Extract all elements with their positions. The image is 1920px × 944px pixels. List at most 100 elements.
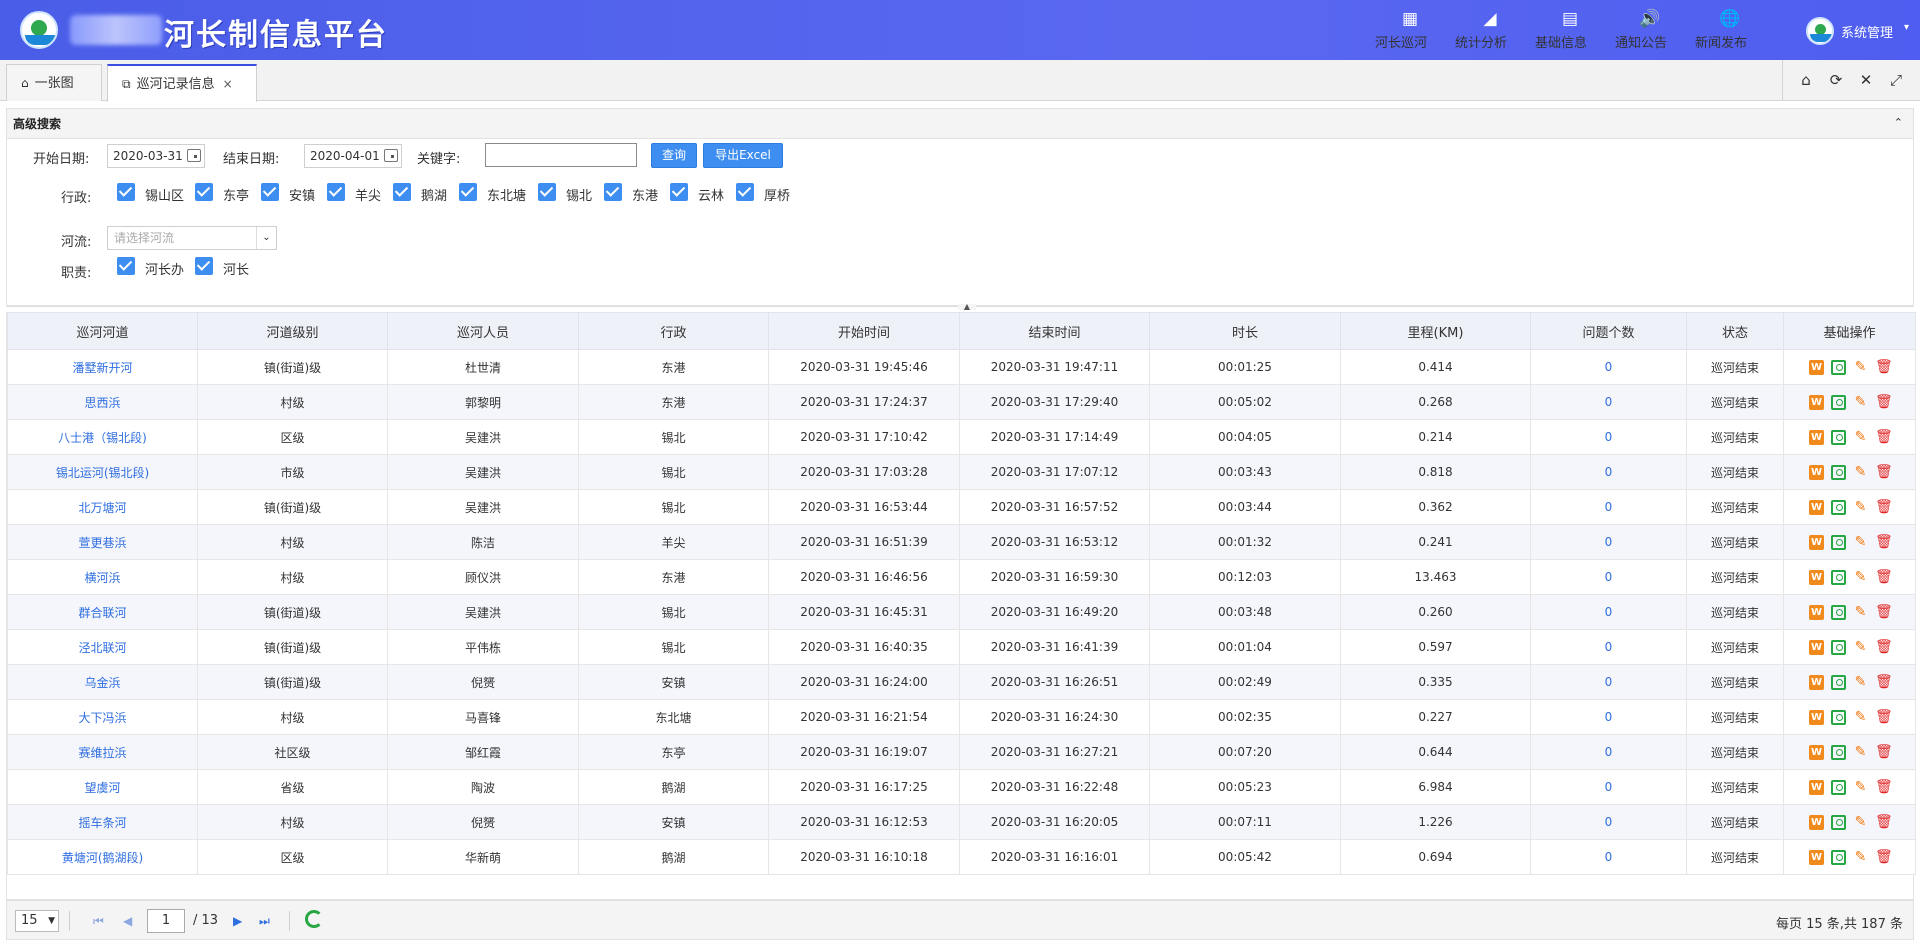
river-name-cell[interactable]: 潘墅新开河	[7, 349, 198, 385]
issue-count-cell[interactable]: 0	[1530, 489, 1687, 525]
word-export-icon[interactable]: W	[1809, 430, 1824, 445]
word-export-icon[interactable]: W	[1809, 675, 1824, 690]
view-details-icon[interactable]	[1831, 640, 1846, 655]
admin-checkbox-xishan[interactable]	[117, 183, 135, 201]
issue-count-cell[interactable]: 0	[1530, 664, 1687, 700]
view-details-icon[interactable]	[1831, 360, 1846, 375]
river-name-cell[interactable]: 赛维拉浜	[7, 734, 198, 770]
calendar-icon[interactable]	[384, 149, 398, 162]
edit-icon[interactable]: ✎	[1853, 500, 1868, 515]
delete-icon[interactable]: 🗑	[1875, 465, 1893, 480]
word-export-icon[interactable]: W	[1809, 570, 1824, 585]
issue-count-cell[interactable]: 0	[1530, 454, 1687, 490]
view-details-icon[interactable]	[1831, 395, 1846, 410]
river-name-cell[interactable]: 萱更巷浜	[7, 524, 198, 560]
river-name-cell[interactable]: 摇车条河	[7, 804, 198, 840]
delete-icon[interactable]: 🗑	[1875, 640, 1893, 655]
word-export-icon[interactable]: W	[1809, 815, 1824, 830]
view-details-icon[interactable]	[1831, 675, 1846, 690]
edit-icon[interactable]: ✎	[1853, 745, 1868, 760]
page-size-select[interactable]: 15 ▼	[15, 910, 59, 932]
view-details-icon[interactable]	[1831, 605, 1846, 620]
last-page-icon[interactable]: ⏭	[259, 912, 270, 930]
column-header[interactable]: 开始时间	[768, 312, 960, 350]
issue-count-cell[interactable]: 0	[1530, 419, 1687, 455]
tab-close-icon[interactable]: ×	[223, 77, 233, 91]
column-header[interactable]: 河道级别	[197, 312, 388, 350]
nav-notice[interactable]: 🔊 通知公告	[1615, 8, 1685, 54]
river-name-cell[interactable]: 乌金浜	[7, 664, 198, 700]
refresh-tool-icon[interactable]: ⟳	[1826, 70, 1846, 90]
delete-icon[interactable]: 🗑	[1875, 815, 1893, 830]
column-header[interactable]: 里程(KM)	[1340, 312, 1531, 350]
admin-checkbox-xibei[interactable]	[538, 183, 556, 201]
admin-checkbox-dongting[interactable]	[195, 183, 213, 201]
delete-icon[interactable]: 🗑	[1875, 745, 1893, 760]
delete-icon[interactable]: 🗑	[1875, 850, 1893, 865]
river-name-cell[interactable]: 望虞河	[7, 769, 198, 805]
river-name-cell[interactable]: 锡北运河(锡北段)	[7, 454, 198, 490]
tab-patrol-records[interactable]: ⧉ 巡河记录信息 ×	[107, 64, 257, 102]
delete-icon[interactable]: 🗑	[1875, 395, 1893, 410]
river-name-cell[interactable]: 八士港（锡北段)	[7, 419, 198, 455]
view-details-icon[interactable]	[1831, 710, 1846, 725]
edit-icon[interactable]: ✎	[1853, 395, 1868, 410]
edit-icon[interactable]: ✎	[1853, 850, 1868, 865]
edit-icon[interactable]: ✎	[1853, 675, 1868, 690]
start-date-field[interactable]: 2020-03-31	[107, 144, 205, 168]
word-export-icon[interactable]: W	[1809, 360, 1824, 375]
view-details-icon[interactable]	[1831, 500, 1846, 515]
admin-checkbox-ehu[interactable]	[393, 183, 411, 201]
word-export-icon[interactable]: W	[1809, 500, 1824, 515]
column-header[interactable]: 巡河人员	[387, 312, 579, 350]
river-name-cell[interactable]: 群合联河	[7, 594, 198, 630]
edit-icon[interactable]: ✎	[1853, 815, 1868, 830]
river-name-cell[interactable]: 北万塘河	[7, 489, 198, 525]
column-header[interactable]: 行政	[578, 312, 769, 350]
edit-icon[interactable]: ✎	[1853, 535, 1868, 550]
river-name-cell[interactable]: 思西浜	[7, 384, 198, 420]
view-details-icon[interactable]	[1831, 815, 1846, 830]
duty-checkbox-office[interactable]	[117, 257, 135, 275]
collapse-icon[interactable]: ⌃	[1894, 116, 1903, 129]
issue-count-cell[interactable]: 0	[1530, 559, 1687, 595]
column-header[interactable]: 状态	[1686, 312, 1784, 350]
delete-icon[interactable]: 🗑	[1875, 675, 1893, 690]
collapse-grip-icon[interactable]: ▲	[958, 303, 976, 311]
issue-count-cell[interactable]: 0	[1530, 804, 1687, 840]
edit-icon[interactable]: ✎	[1853, 640, 1868, 655]
delete-icon[interactable]: 🗑	[1875, 360, 1893, 375]
nav-river-patrol[interactable]: ▦ 河长巡河	[1375, 8, 1445, 54]
word-export-icon[interactable]: W	[1809, 745, 1824, 760]
admin-checkbox-dongbeitang[interactable]	[459, 183, 477, 201]
delete-icon[interactable]: 🗑	[1875, 605, 1893, 620]
edit-icon[interactable]: ✎	[1853, 465, 1868, 480]
word-export-icon[interactable]: W	[1809, 780, 1824, 795]
river-name-cell[interactable]: 横河浜	[7, 559, 198, 595]
river-select[interactable]: 请选择河流 ⌄	[107, 226, 277, 250]
view-details-icon[interactable]	[1831, 535, 1846, 550]
issue-count-cell[interactable]: 0	[1530, 349, 1687, 385]
admin-checkbox-yangjian[interactable]	[327, 183, 345, 201]
admin-checkbox-anzhen[interactable]	[261, 183, 279, 201]
edit-icon[interactable]: ✎	[1853, 360, 1868, 375]
word-export-icon[interactable]: W	[1809, 605, 1824, 620]
edit-icon[interactable]: ✎	[1853, 710, 1868, 725]
close-tool-icon[interactable]: ✕	[1856, 70, 1876, 90]
column-header[interactable]: 问题个数	[1530, 312, 1687, 350]
edit-icon[interactable]: ✎	[1853, 780, 1868, 795]
issue-count-cell[interactable]: 0	[1530, 734, 1687, 770]
issue-count-cell[interactable]: 0	[1530, 699, 1687, 735]
word-export-icon[interactable]: W	[1809, 850, 1824, 865]
end-date-field[interactable]: 2020-04-01	[304, 144, 402, 168]
admin-checkbox-donggang[interactable]	[604, 183, 622, 201]
issue-count-cell[interactable]: 0	[1530, 524, 1687, 560]
view-details-icon[interactable]	[1831, 430, 1846, 445]
refresh-icon[interactable]	[305, 910, 323, 928]
nav-statistics[interactable]: ◢ 统计分析	[1455, 8, 1525, 54]
prev-page-icon[interactable]: ◀	[123, 912, 132, 930]
delete-icon[interactable]: 🗑	[1875, 430, 1893, 445]
delete-icon[interactable]: 🗑	[1875, 710, 1893, 725]
delete-icon[interactable]: 🗑	[1875, 500, 1893, 515]
duty-checkbox-chief[interactable]	[195, 257, 213, 275]
